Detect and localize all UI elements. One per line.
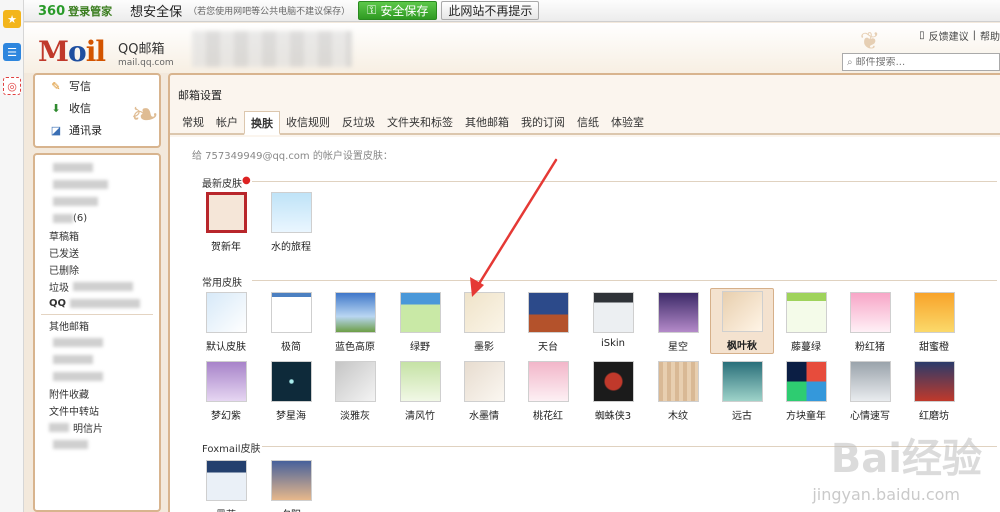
- tab-general[interactable]: 常规: [176, 111, 210, 133]
- tab-stationery[interactable]: 信纸: [571, 111, 605, 133]
- product-name: QQ邮箱 mail.qq.com: [118, 42, 174, 68]
- search-input[interactable]: [855, 56, 986, 68]
- brand-360: 360 登录管家: [38, 3, 113, 19]
- inbox-icon: ⬇: [51, 101, 61, 115]
- folder-file-transfer[interactable]: 文件中转站: [35, 402, 159, 419]
- page-title: 邮箱设置: [178, 89, 222, 102]
- mail-search: ⌕: [842, 53, 1000, 71]
- folder-deleted[interactable]: 已删除: [35, 261, 159, 278]
- feedback-link[interactable]: 反馈建议: [929, 28, 969, 43]
- folder-item[interactable]: [35, 193, 159, 210]
- folder-attachments[interactable]: 附件收藏: [35, 385, 159, 402]
- no-show-button[interactable]: 此网站不再提示: [441, 1, 540, 20]
- settings-tabs: 常规 帐户 换肤 收信规则 反垃圾 文件夹和标签 其他邮箱 我的订阅 信纸 体验…: [170, 111, 1000, 135]
- folder-item[interactable]: [35, 368, 159, 385]
- left-nav: ✎ 写信 ⬇ 收信 ◪ 通讯录 ❧ (6) 草稿箱 已发送 已删除 垃圾 QQ 其他邮…: [33, 73, 161, 512]
- nav-actions: ✎ 写信 ⬇ 收信 ◪ 通讯录 ❧: [33, 73, 161, 148]
- safe-save-button[interactable]: ⚿ 安全保存: [358, 1, 438, 20]
- mail-header: Moil QQ邮箱 mail.qq.com ❦ ▯ 反馈建议 | 帮助 ⌕: [24, 23, 1000, 73]
- tab-antispam[interactable]: 反垃圾: [336, 111, 381, 133]
- folder-postcard[interactable]: 明信片: [35, 419, 159, 436]
- tab-skin[interactable]: 换肤: [244, 111, 280, 135]
- pencil-icon: ✎: [51, 79, 61, 93]
- folder-item[interactable]: [35, 351, 159, 368]
- blurred-account: [192, 31, 352, 67]
- mail-logo[interactable]: Moil: [38, 35, 106, 68]
- notice-message: 想安全保: [130, 5, 183, 20]
- folder-item[interactable]: [35, 436, 159, 453]
- help-link[interactable]: 帮助: [980, 28, 1000, 43]
- maple-leaf-icon: ❧: [130, 95, 160, 135]
- compose-item[interactable]: ✎ 写信: [35, 75, 159, 97]
- top-links: ▯ 反馈建议 | 帮助: [919, 28, 1000, 43]
- notification-bar: 360 登录管家 想安全保 （若您使用网吧等公共电脑不建议保存） ⚿ 安全保存 此网…: [0, 0, 1000, 22]
- list-icon[interactable]: ☰: [3, 43, 21, 61]
- tab-rules[interactable]: 收信规则: [280, 111, 336, 133]
- search-icon: ⌕: [847, 56, 853, 68]
- baidu-watermark-url: jingyan.baidu.com: [812, 485, 960, 504]
- folder-item[interactable]: [35, 334, 159, 351]
- folder-item[interactable]: [35, 176, 159, 193]
- leaf-decoration-icon: ❦: [859, 27, 880, 55]
- tab-account[interactable]: 帐户: [210, 111, 244, 133]
- tab-other-mail[interactable]: 其他邮箱: [459, 111, 515, 133]
- folder-qq[interactable]: QQ: [35, 295, 159, 312]
- baidu-watermark: Bai经验: [830, 436, 982, 482]
- notice-tail: （若您使用网吧等公共电脑不建议保存）: [188, 7, 351, 17]
- tab-subscriptions[interactable]: 我的订阅: [515, 111, 571, 133]
- contacts-icon: ◪: [50, 123, 62, 137]
- tab-folders-labels[interactable]: 文件夹和标签: [381, 111, 459, 133]
- folder-spam[interactable]: 垃圾: [35, 278, 159, 295]
- browser-sidebar: ★ ☰ ◎: [0, 0, 24, 512]
- key-icon: ⚿: [367, 3, 377, 17]
- folder-item[interactable]: [35, 159, 159, 176]
- target-icon[interactable]: ◎: [3, 77, 21, 95]
- phone-icon: ▯: [919, 30, 925, 41]
- star-icon[interactable]: ★: [3, 10, 21, 28]
- folder-item[interactable]: (6): [35, 210, 159, 227]
- folder-sent[interactable]: 已发送: [35, 244, 159, 261]
- folder-drafts[interactable]: 草稿箱: [35, 227, 159, 244]
- folder-list: (6) 草稿箱 已发送 已删除 垃圾 QQ 其他邮箱 附件收藏 文件中转站 明信…: [33, 153, 161, 512]
- tab-lab[interactable]: 体验室: [605, 111, 650, 133]
- folder-other-mail[interactable]: 其他邮箱: [35, 317, 159, 334]
